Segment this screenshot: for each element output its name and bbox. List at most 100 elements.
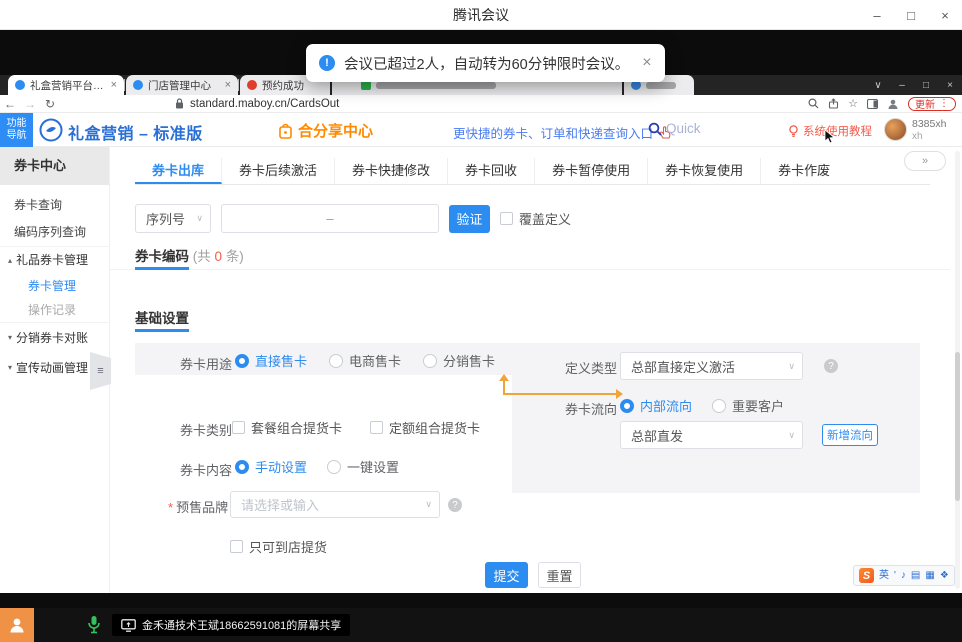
share-icon[interactable]	[828, 98, 839, 109]
ime-mic-icon[interactable]: ♪	[901, 571, 906, 581]
user-account[interactable]: 8385xh xh	[884, 118, 946, 142]
tab-card-recycle[interactable]: 券卡回收	[448, 158, 535, 184]
sidebar-item-card-query[interactable]: 券卡查询	[0, 192, 109, 219]
profile-icon[interactable]	[887, 98, 899, 110]
side-panel-icon[interactable]	[867, 99, 878, 109]
radio-on-icon	[235, 460, 249, 474]
serial-type-select[interactable]: 序列号 ∨	[135, 204, 211, 233]
overwrite-checkbox-wrap[interactable]: 覆盖定义	[500, 209, 571, 228]
expand-caret-icon: ▾	[8, 353, 12, 383]
tab-card-quick-edit[interactable]: 券卡快捷修改	[335, 158, 448, 184]
store-pickup-only-checkbox-wrap[interactable]: 只可到店提货	[230, 537, 327, 556]
tab-card-restore[interactable]: 券卡恢复使用	[648, 158, 761, 184]
definition-type-select[interactable]: 总部直接定义激活 ∨	[620, 352, 803, 380]
quick-search[interactable]: Quick	[648, 121, 701, 136]
radio-on-icon	[235, 354, 249, 368]
sidebar-group-distribution-reconcile[interactable]: ▾ 分销券卡对账	[0, 323, 109, 353]
sidebar-item-operation-log[interactable]: 操作记录	[0, 298, 109, 322]
tab-favicon	[15, 80, 25, 90]
share-center-link[interactable]: 合分享中心	[278, 120, 373, 141]
tab-card-activate[interactable]: 券卡后续激活	[222, 158, 335, 184]
overwrite-checkbox[interactable]	[500, 212, 513, 225]
sidebar-group-gift-card-mgmt[interactable]: ▴ 礼品券卡管理	[0, 247, 109, 274]
bookmark-star-icon[interactable]: ☆	[848, 97, 858, 110]
maximize-icon[interactable]: □	[894, 0, 928, 30]
forward-icon[interactable]: →	[20, 97, 40, 111]
presale-brand-select[interactable]: 请选择或输入 ∨	[230, 491, 440, 518]
checkbox-fixed-combo-card[interactable]: 定额组合提货卡	[370, 418, 480, 437]
radio-off-icon	[423, 354, 437, 368]
sogou-logo-icon[interactable]: S	[859, 568, 874, 583]
checkbox-icon	[230, 540, 243, 553]
browser-tab-active[interactable]: 礼盒营销平台管理中心 ×	[8, 75, 124, 95]
function-nav-button[interactable]: 功能 导航	[0, 113, 33, 147]
browser-minimize-icon[interactable]: –	[890, 80, 914, 91]
help-icon[interactable]: ?	[448, 498, 462, 512]
radio-one-click-setup[interactable]: 一键设置	[327, 457, 399, 476]
nav-toggle-line1: 功能	[7, 118, 27, 131]
ime-toolbox-icon[interactable]: ▦	[925, 571, 934, 581]
radio-key-customer[interactable]: 重要客户	[712, 396, 784, 415]
radio-direct-sale[interactable]: 直接售卡	[235, 351, 307, 370]
chevron-down-icon: ∨	[425, 499, 432, 510]
back-icon[interactable]: ←	[0, 97, 20, 111]
browser-tab-label: 礼盒营销平台管理中心	[30, 78, 106, 93]
kebab-menu-icon[interactable]: ⋮	[939, 98, 949, 109]
close-icon[interactable]: ×	[928, 0, 962, 30]
tab-card-void[interactable]: 券卡作废	[761, 158, 847, 184]
sidebar-item-card-management[interactable]: 券卡管理	[0, 274, 109, 298]
sidebar-collapse-handle[interactable]: ≡	[90, 352, 111, 390]
tab-close-icon[interactable]: ×	[225, 79, 231, 91]
chrome-update-button[interactable]: 更新 ⋮	[908, 97, 956, 111]
minimize-icon[interactable]: –	[860, 0, 894, 30]
ime-lang-icon[interactable]: 英	[879, 571, 889, 581]
radio-on-icon	[620, 399, 634, 413]
url-text[interactable]: standard.maboy.cn/CardsOut	[190, 98, 339, 110]
browser-close-icon[interactable]: ×	[938, 80, 962, 91]
sidebar-group-label: 分销券卡对账	[16, 323, 88, 353]
verify-button[interactable]: 验证	[449, 205, 490, 233]
brand-logo-icon	[39, 118, 63, 147]
tab-close-icon[interactable]: ×	[111, 79, 117, 91]
zoom-icon[interactable]	[808, 98, 819, 109]
browser-tab[interactable]: 门店管理中心 ×	[126, 75, 238, 95]
expand-caret-icon: ▾	[8, 323, 12, 353]
ime-settings-icon[interactable]: ❖	[940, 571, 949, 581]
serial-range-input[interactable]: –	[221, 204, 439, 233]
flow-target-select[interactable]: 总部直发 ∨	[620, 421, 803, 449]
definition-type-value: 总部直接定义激活	[631, 357, 735, 376]
tab-card-suspend[interactable]: 券卡暂停使用	[535, 158, 648, 184]
radio-ecommerce-sale[interactable]: 电商售卡	[329, 351, 401, 370]
add-flow-button[interactable]: 新增流向	[822, 424, 878, 446]
radio-manual-setup[interactable]: 手动设置	[235, 457, 307, 476]
quick-entry-link[interactable]: 更快捷的券卡、订单和快递查询入口	[453, 123, 672, 142]
nav-toggle-line2: 导航	[7, 130, 27, 143]
basic-settings-title: 基础设置	[135, 311, 189, 326]
help-icon[interactable]: ?	[824, 359, 838, 373]
content-label: 券卡内容	[180, 460, 232, 479]
submit-button[interactable]: 提交	[485, 562, 528, 588]
sidebar-title: 券卡中心	[0, 147, 109, 185]
presale-brand-label: *预售品牌	[168, 497, 228, 516]
tab-favicon	[247, 80, 257, 90]
reset-button[interactable]: 重置	[538, 562, 581, 588]
checkbox-package-combo-card[interactable]: 套餐组合提货卡	[232, 418, 342, 437]
tab-search-icon[interactable]: ∨	[866, 80, 890, 91]
browser-maximize-icon[interactable]: □	[914, 80, 938, 91]
tab-card-outbound[interactable]: 券卡出库	[135, 158, 222, 184]
ime-keyboard-icon[interactable]: ▤	[911, 571, 920, 581]
toast-close-icon[interactable]: ×	[642, 54, 651, 72]
radio-internal-flow[interactable]: 内部流向	[620, 396, 692, 415]
checkbox-icon	[232, 421, 245, 434]
page-scrollbar[interactable]	[955, 151, 960, 589]
scrollbar-thumb[interactable]	[955, 352, 960, 501]
lock-icon[interactable]	[175, 98, 184, 109]
radio-distribution-sale[interactable]: 分销售卡	[423, 351, 495, 370]
ime-toolbar[interactable]: S 英 ' ♪ ▤ ▦ ❖	[853, 565, 955, 586]
person-icon	[8, 616, 26, 634]
range-separator: –	[326, 211, 333, 226]
sidebar-item-code-sequence-query[interactable]: 编码序列查询	[0, 219, 109, 246]
member-avatar-tile[interactable]	[0, 608, 34, 642]
ime-punct-icon[interactable]: '	[894, 571, 896, 581]
reload-icon[interactable]: ↻	[40, 97, 60, 111]
